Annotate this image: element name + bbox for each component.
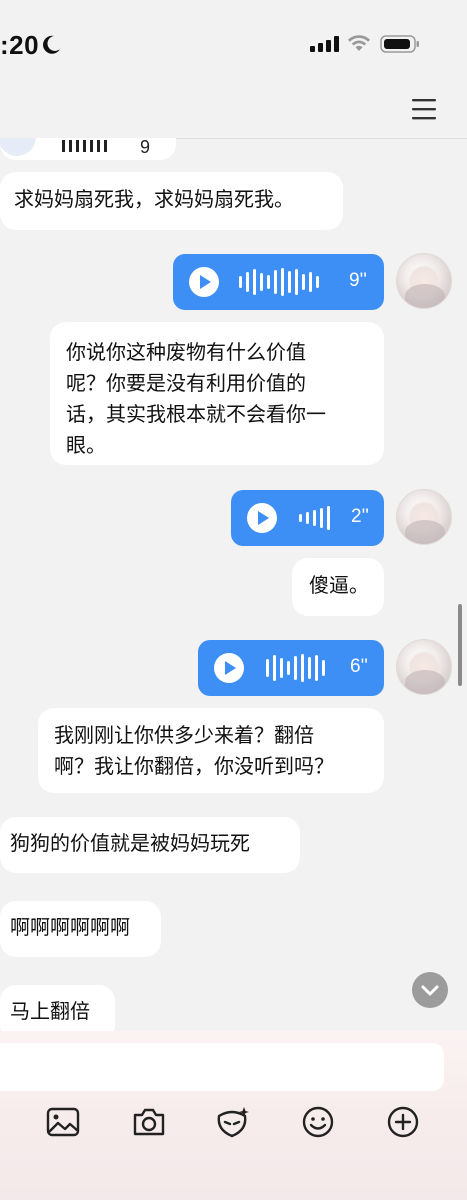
message-bubble-left[interactable]: 马上翻倍 xyxy=(0,985,115,1031)
voice-message-bubble[interactable]: 2'' xyxy=(231,490,384,546)
voice-waveform xyxy=(266,654,325,682)
message-bubble-left[interactable]: 啊啊啊啊啊啊 xyxy=(0,901,161,957)
message-text-line: 话，其实我根本就不会看你一 xyxy=(66,404,326,426)
avatar[interactable] xyxy=(396,253,452,309)
avatar[interactable] xyxy=(396,639,452,695)
wifi-icon xyxy=(348,35,370,51)
voice-message-bubble[interactable]: 9'' xyxy=(173,254,384,310)
scrollbar[interactable] xyxy=(458,604,462,686)
message-text: 求妈妈扇死我，求妈妈扇死我。 xyxy=(14,189,294,211)
voice-waveform xyxy=(239,268,319,296)
hamburger-menu-icon[interactable] xyxy=(410,96,438,122)
message-bubble-right[interactable]: 我刚刚让你供多少来着？翻倍 啊？我让你翻倍，你没听到吗？ xyxy=(38,708,384,793)
play-icon[interactable] xyxy=(0,138,36,156)
chat-message-list[interactable]: 9 求妈妈扇死我，求妈妈扇死我。 9'' 你说你这种废物有什么价值 呢？你要是没… xyxy=(0,138,467,1031)
message-text: 马上翻倍 xyxy=(10,1001,90,1023)
voice-duration: 9'' xyxy=(349,270,367,291)
voice-duration: 9 xyxy=(140,138,151,157)
image-icon[interactable] xyxy=(45,1104,81,1140)
add-icon[interactable] xyxy=(385,1104,421,1140)
chevron-down-icon xyxy=(421,985,439,996)
signal-icon xyxy=(310,36,339,52)
voice-message-bubble[interactable]: 6'' xyxy=(198,640,384,696)
message-text: 傻逼。 xyxy=(309,575,369,597)
message-text: 狗狗的价值就是被妈妈玩死 xyxy=(10,833,250,855)
voice-waveform xyxy=(299,504,330,532)
scroll-to-bottom-button[interactable] xyxy=(412,972,448,1008)
avatar[interactable] xyxy=(396,489,452,545)
play-icon[interactable] xyxy=(189,267,219,297)
moon-icon xyxy=(43,35,60,54)
status-time: :20 xyxy=(0,30,40,60)
voice-waveform xyxy=(62,140,107,152)
message-bubble-left[interactable]: 求妈妈扇死我，求妈妈扇死我。 xyxy=(0,172,343,230)
voice-message-partial[interactable]: 9 xyxy=(0,138,176,160)
message-text-line: 眼。 xyxy=(66,435,106,457)
play-icon[interactable] xyxy=(247,503,277,533)
voice-duration: 2'' xyxy=(351,506,369,527)
chat-header xyxy=(0,86,467,139)
voice-duration: 6'' xyxy=(350,656,368,677)
message-text-line: 我刚刚让你供多少来着？翻倍 xyxy=(54,725,314,747)
message-bubble-right[interactable]: 傻逼。 xyxy=(292,558,384,616)
play-icon[interactable] xyxy=(214,653,244,683)
message-text-line: 呢？你要是没有利用价值的 xyxy=(66,373,306,395)
ai-assistant-icon[interactable] xyxy=(214,1104,250,1140)
message-text: 啊啊啊啊啊啊 xyxy=(10,917,130,939)
message-text-line: 你说你这种废物有什么价值 xyxy=(66,342,306,364)
message-bubble-right[interactable]: 你说你这种废物有什么价值 呢？你要是没有利用价值的 话，其实我根本就不会看你一 … xyxy=(50,322,384,465)
message-text-line: 啊？我让你翻倍，你没听到吗？ xyxy=(54,756,334,778)
battery-icon xyxy=(380,35,419,53)
camera-icon[interactable] xyxy=(131,1104,167,1140)
message-bubble-left[interactable]: 狗狗的价值就是被妈妈玩死 xyxy=(0,817,300,873)
emoji-icon[interactable] xyxy=(300,1104,336,1140)
message-input[interactable] xyxy=(0,1043,444,1091)
